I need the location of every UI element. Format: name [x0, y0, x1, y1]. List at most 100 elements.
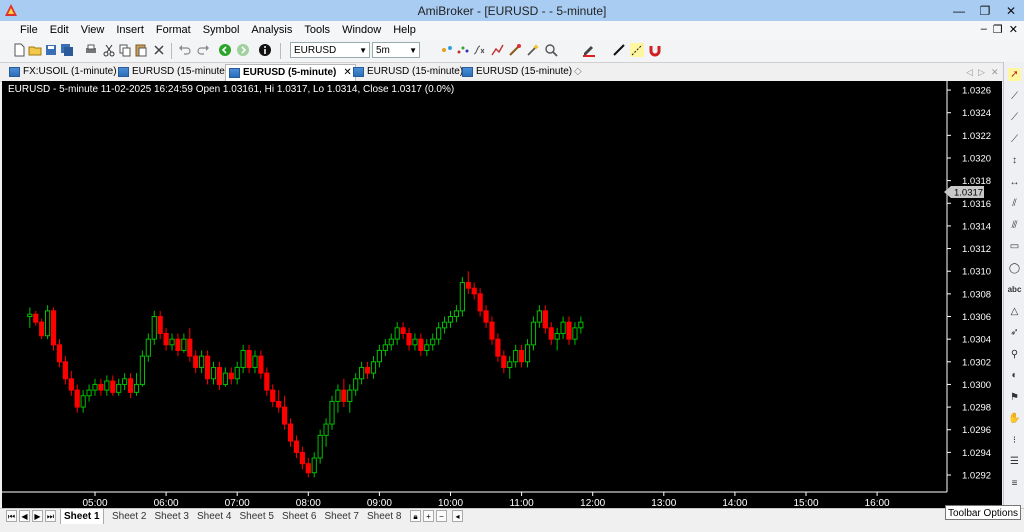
menu-window[interactable]: Window: [336, 24, 387, 36]
menu-file[interactable]: File: [14, 24, 44, 36]
candle-body: [193, 355, 199, 368]
chevron-down-icon: ▼: [409, 46, 417, 55]
minimize-button[interactable]: —: [946, 0, 972, 21]
menu-insert[interactable]: Insert: [110, 24, 150, 36]
symbol-tool-icon[interactable]: ⚑: [1008, 391, 1021, 404]
fib-tool-icon[interactable]: ⫻: [1008, 219, 1021, 232]
mdi-close-button[interactable]: ✕: [1009, 23, 1018, 36]
redo-icon[interactable]: [196, 43, 210, 57]
prev-sheet-icon[interactable]: ◀: [19, 510, 30, 522]
price-chart[interactable]: EURUSD - 5-minute 11-02-2025 16:24:59 Op…: [2, 81, 1002, 508]
candlestick-chart[interactable]: EURUSD - 5-minute 11-02-2025 16:24:59 Op…: [2, 81, 1002, 508]
x-tick-label: 07:00: [225, 498, 250, 508]
horizontal-line-tool-icon[interactable]: ↔: [1008, 176, 1021, 189]
tab-scroll-right-icon[interactable]: ▷: [978, 64, 985, 80]
next-sheet-icon[interactable]: ▶: [32, 510, 43, 522]
undo-icon[interactable]: [178, 43, 192, 57]
sheet-tab-5[interactable]: Sheet 5: [240, 509, 274, 524]
add-sheet-icon[interactable]: +: [423, 510, 434, 522]
pen-color-icon[interactable]: [582, 43, 596, 57]
mdi-minimize-button[interactable]: –: [981, 23, 987, 36]
copy-icon[interactable]: [118, 43, 132, 57]
delete-icon[interactable]: [152, 43, 166, 57]
text-tool-icon[interactable]: abc: [1008, 283, 1022, 296]
color-tool-icon[interactable]: ◐: [1008, 369, 1021, 382]
menu-format[interactable]: Format: [150, 24, 197, 36]
scan-icon[interactable]: [508, 43, 522, 57]
menu-edit[interactable]: Edit: [44, 24, 75, 36]
tab-scroll-left-icon[interactable]: ◁: [966, 64, 973, 80]
menu-analysis[interactable]: Analysis: [245, 24, 298, 36]
maximize-button[interactable]: ❐: [972, 0, 998, 21]
indicator-icon[interactable]: [440, 43, 454, 57]
line-tool-icon[interactable]: ⟋: [1008, 90, 1021, 103]
save-icon[interactable]: [44, 43, 58, 57]
symbol-combo[interactable]: EURUSD ▼: [290, 42, 370, 58]
sheet-tab-7[interactable]: Sheet 7: [325, 509, 359, 524]
candle-body: [418, 338, 424, 351]
close-tab-icon[interactable]: ✕: [343, 65, 351, 81]
tab-eurusd-5min[interactable]: EURUSD (5-minute) ✕: [225, 64, 356, 81]
ellipse-tool-icon[interactable]: ◯: [1008, 262, 1021, 275]
new-tab-icon[interactable]: ◇: [574, 64, 582, 80]
candle-body: [483, 310, 489, 323]
forward-arrow-icon[interactable]: [236, 43, 250, 57]
open-folder-icon[interactable]: [28, 43, 42, 57]
candle-body: [62, 361, 68, 380]
remove-sheet-icon[interactable]: −: [436, 510, 447, 522]
mores-tool-icon[interactable]: ⁝: [1008, 434, 1021, 447]
candle-body: [376, 349, 382, 363]
vertical-line-tool-icon[interactable]: ↕: [1008, 154, 1021, 167]
cut-icon[interactable]: [102, 43, 116, 57]
first-sheet-icon[interactable]: ⏮: [6, 510, 17, 522]
sheet-tab-2[interactable]: Sheet 2: [112, 509, 146, 524]
dotted-line-icon[interactable]: [630, 43, 644, 57]
draw-line-icon[interactable]: [612, 43, 626, 57]
paste-icon[interactable]: [134, 43, 148, 57]
optimize-icon[interactable]: [544, 43, 558, 57]
candle-body: [276, 400, 282, 408]
sheet-tab-3[interactable]: Sheet 3: [155, 509, 189, 524]
scatter-icon[interactable]: [456, 43, 470, 57]
last-sheet-icon[interactable]: ⏭: [45, 510, 56, 522]
menu-tools[interactable]: Tools: [298, 24, 336, 36]
parallel-tool-icon[interactable]: ⫽: [1008, 197, 1021, 210]
tab-eurusd-15min-3[interactable]: EURUSD (15-minute): [462, 64, 572, 80]
sheet-tab-1[interactable]: Sheet 1: [60, 509, 104, 525]
menu-tool-icon[interactable]: ≡: [1008, 477, 1021, 490]
ray-tool-icon[interactable]: ⟋: [1008, 111, 1021, 124]
menu-symbol[interactable]: Symbol: [197, 24, 246, 36]
info-icon[interactable]: [258, 43, 272, 57]
arrow-tool-icon[interactable]: ➶: [1008, 326, 1021, 339]
hand-tool-icon[interactable]: ✋: [1008, 412, 1021, 425]
sheet-tab-6[interactable]: Sheet 6: [282, 509, 316, 524]
sheet-tab-4[interactable]: Sheet 4: [197, 509, 231, 524]
candle-body: [234, 366, 240, 380]
lock-sheet-icon[interactable]: 🔒︎: [410, 510, 421, 522]
menu-help[interactable]: Help: [387, 24, 422, 36]
tab-fx-usoil-1min[interactable]: FX:USOIL (1-minute): [9, 64, 117, 80]
new-file-icon[interactable]: [12, 43, 26, 57]
menu-view[interactable]: View: [75, 24, 111, 36]
close-button[interactable]: ✕: [998, 0, 1024, 21]
grid-tool-icon[interactable]: ☰: [1008, 455, 1021, 468]
tab-close-icon[interactable]: ✕: [991, 64, 999, 80]
interval-combo[interactable]: 5m ▼: [372, 42, 420, 58]
back-arrow-icon[interactable]: [218, 43, 232, 57]
sheet-scroll-icon[interactable]: ◂: [452, 510, 463, 522]
sheet-tab-8[interactable]: Sheet 8: [367, 509, 401, 524]
tab-eurusd-15min-2[interactable]: EURUSD (15-minute): [353, 64, 463, 80]
wand-icon[interactable]: [526, 43, 540, 57]
print-icon[interactable]: [84, 43, 98, 57]
formula-icon[interactable]: [472, 43, 486, 57]
trendline-tool-icon[interactable]: ⟋: [1008, 133, 1021, 146]
cursor-tool-icon[interactable]: ➚: [1008, 68, 1021, 81]
magnet-icon[interactable]: [648, 43, 662, 57]
save-all-icon[interactable]: [60, 43, 74, 57]
triangle-tool-icon[interactable]: △: [1008, 305, 1021, 318]
tab-eurusd-15min[interactable]: EURUSD (15-minute): [118, 64, 228, 80]
mdi-restore-button[interactable]: ❐: [993, 23, 1003, 36]
analysis-icon[interactable]: [490, 43, 504, 57]
rectangle-tool-icon[interactable]: ▭: [1008, 240, 1021, 253]
zoom-tool-icon[interactable]: ⚲: [1008, 348, 1021, 361]
